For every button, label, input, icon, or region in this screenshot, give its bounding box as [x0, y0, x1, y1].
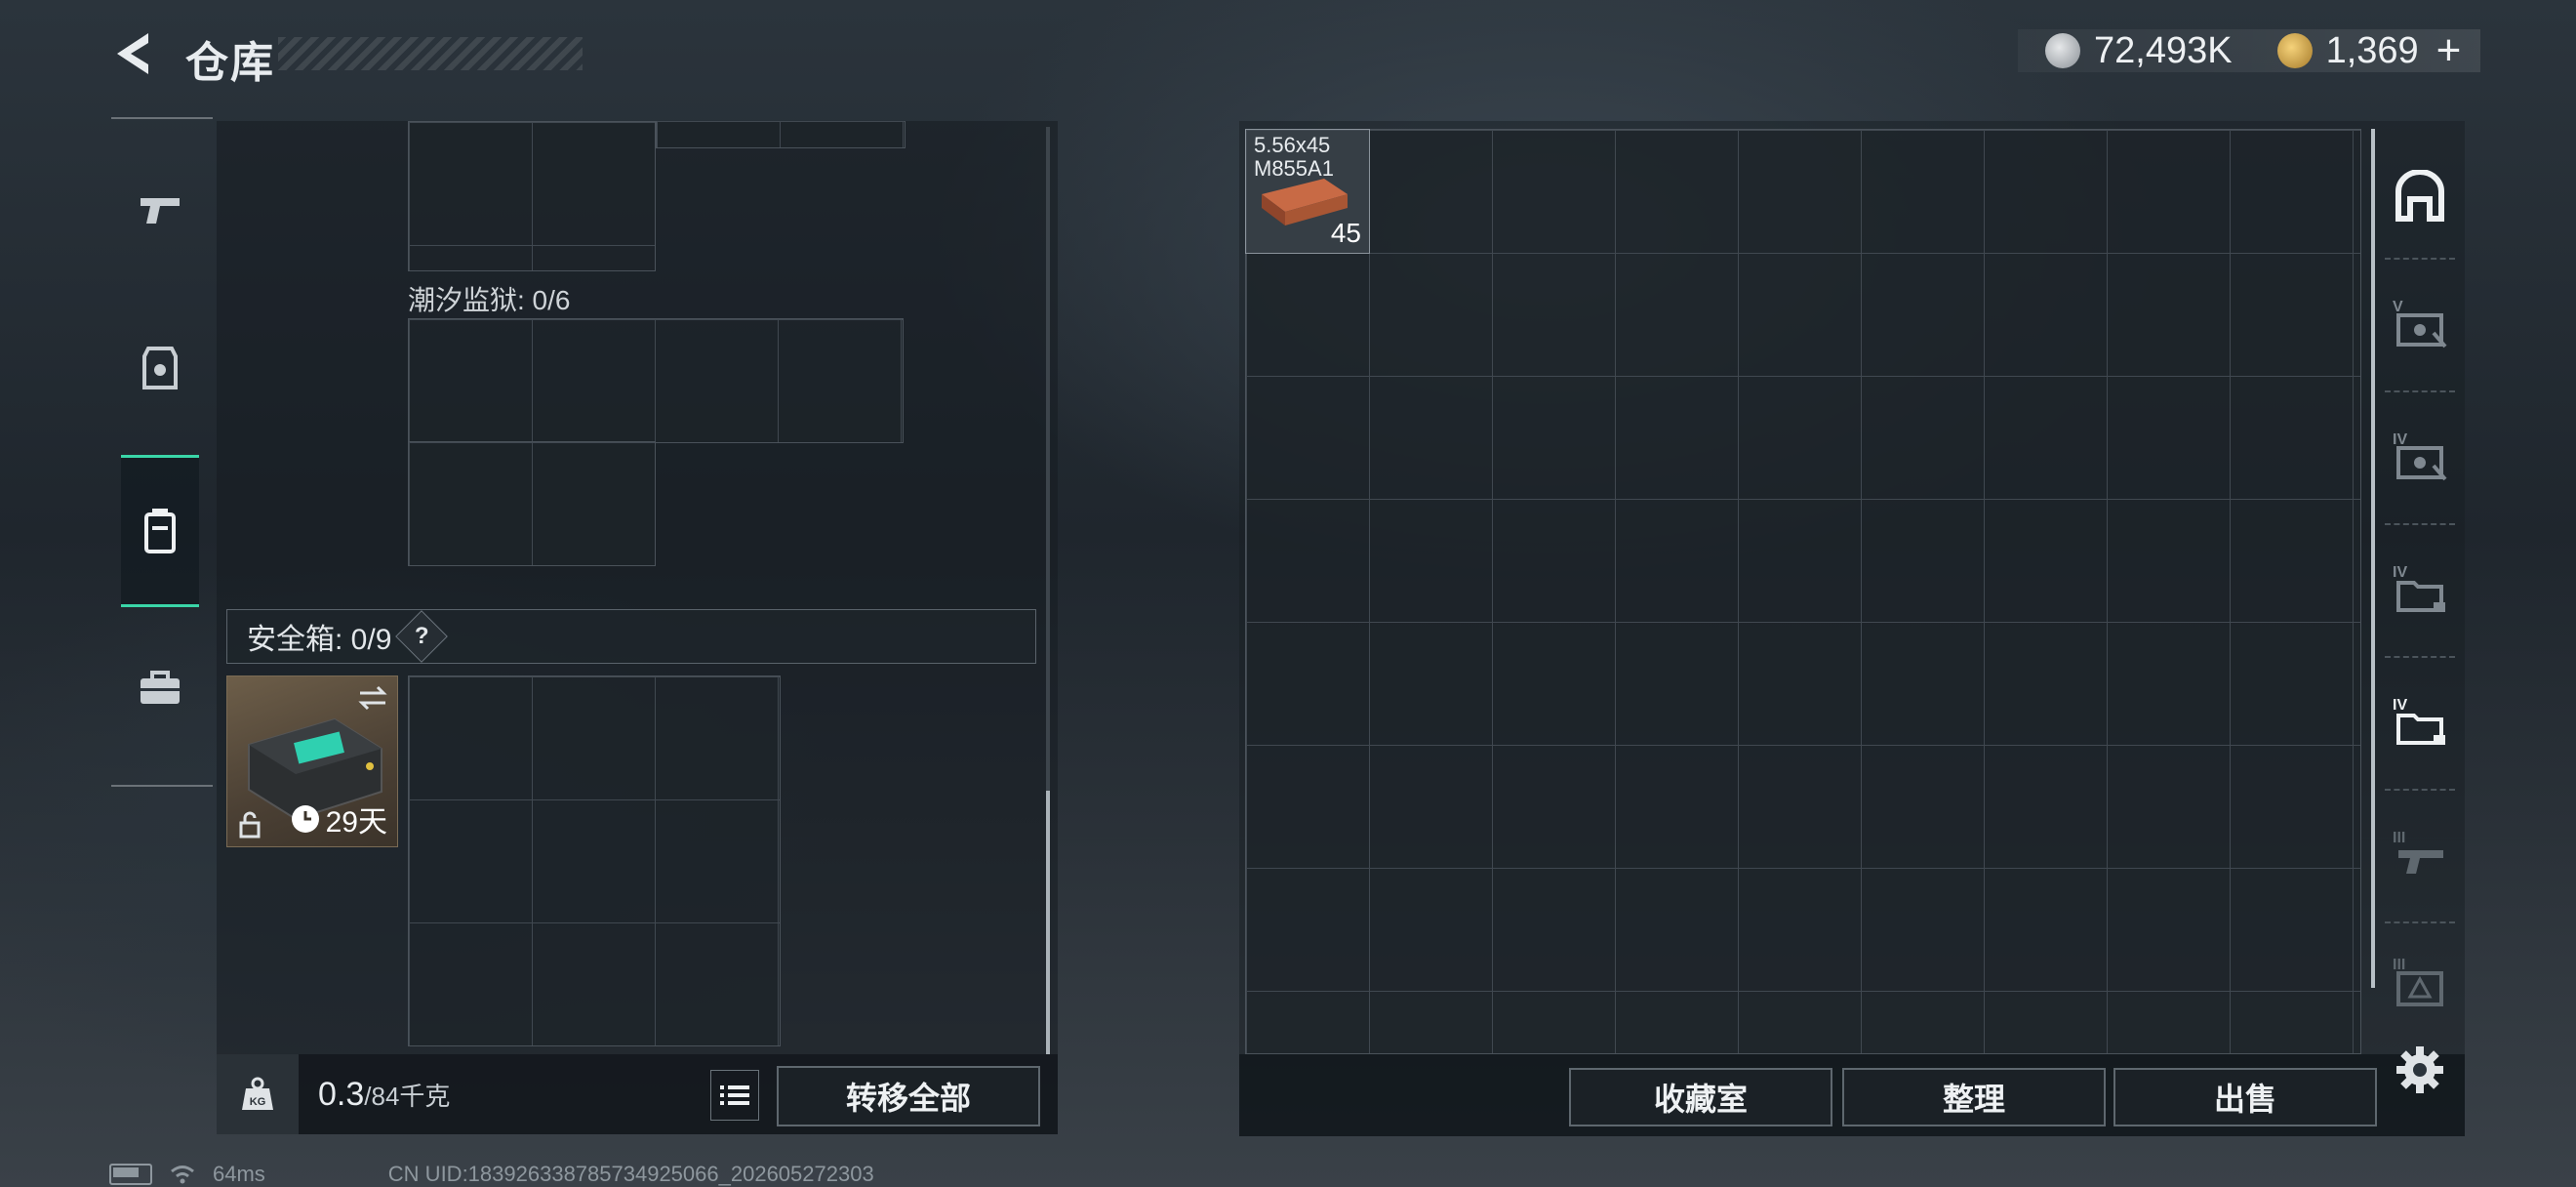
svg-text:III: III: [2393, 957, 2405, 973]
organize-button[interactable]: 整理: [1842, 1068, 2106, 1126]
tab-tier-v-case[interactable]: V: [2385, 289, 2455, 357]
gear-icon: [2396, 1046, 2443, 1093]
stash-grid[interactable]: [1245, 129, 2361, 1054]
currency-bar: 72,493K 1,369 +: [2018, 26, 2480, 75]
safe-box-grid[interactable]: [408, 675, 781, 1046]
briefcase-icon: [141, 671, 180, 704]
wifi-icon: [171, 1166, 194, 1184]
rail-backpack-button[interactable]: [121, 455, 199, 607]
sell-button[interactable]: 出售: [2113, 1068, 2377, 1126]
svg-text:III: III: [2393, 830, 2405, 846]
tier-iv-case-icon: IV: [2393, 431, 2447, 481]
safe-box-label: 安全箱: 0/9: [247, 624, 392, 656]
tier-iv-folder-active-icon: IV: [2393, 697, 2445, 745]
tab-tier-iv-folder[interactable]: IV: [2385, 554, 2455, 623]
section-label: 潮汐监狱: 0/6: [408, 285, 571, 315]
svg-text:IV: IV: [2393, 431, 2407, 448]
weight-icon-label: KG: [250, 1096, 266, 1108]
svg-text:IV: IV: [2393, 697, 2407, 714]
weight-current: 0.3: [318, 1076, 365, 1113]
status-bar: 64ms CN UID:183926338785734925066_202605…: [109, 1162, 874, 1187]
armor-vest-icon: [142, 347, 178, 389]
settings-button[interactable]: [2395, 1044, 2445, 1095]
uid-readout: CN UID:183926338785734925066_20260527230…: [387, 1162, 874, 1186]
weight-indicator: KG: [217, 1054, 299, 1134]
svg-text:IV: IV: [2393, 564, 2407, 581]
gold-coin-icon: [2276, 33, 2313, 68]
tier-iv-folder-icon: IV: [2393, 564, 2445, 612]
weight-max: /84千克: [364, 1082, 451, 1111]
add-currency-button[interactable]: +: [2436, 26, 2462, 75]
silver-amount: 72,493K: [2094, 29, 2233, 71]
safe-box-item[interactable]: 29天: [226, 675, 398, 847]
back-button[interactable]: [109, 29, 158, 78]
weight-icon: KG: [242, 1077, 273, 1110]
safe-box-bar: 安全箱: 0/9 ?: [226, 609, 1036, 664]
list-view-button[interactable]: [710, 1070, 759, 1121]
tab-tier-iii-box[interactable]: III: [2385, 947, 2455, 1015]
gold-amount: 1,369: [2325, 29, 2419, 71]
ammo-item[interactable]: 5.56x45 M855A1 45: [1245, 129, 1370, 254]
tier-iii-box-icon: III: [2393, 957, 2443, 1006]
collection-room-button[interactable]: 收藏室: [1569, 1068, 1832, 1126]
arch-icon: [2395, 170, 2444, 222]
list-icon: [720, 1085, 749, 1105]
clock-icon: [291, 805, 319, 833]
rail-weapon-button[interactable]: [121, 137, 199, 283]
pistol-icon: [141, 198, 180, 224]
weight-readout: 0.3/84千克: [318, 1076, 450, 1114]
ping-readout: 64ms: [213, 1162, 265, 1186]
tier-iii-gun-icon: III: [2393, 830, 2443, 874]
page-title: 仓库: [185, 39, 275, 87]
title-decoration: [278, 37, 583, 70]
rail-armor-button[interactable]: [121, 295, 199, 441]
tab-tier-iii-gun[interactable]: III: [2385, 820, 2455, 888]
container-grid-top-right[interactable]: [656, 121, 906, 148]
container-grid-top-left[interactable]: [408, 121, 656, 271]
prison-grid-row2[interactable]: [408, 441, 656, 566]
ammo-count: 45: [1330, 218, 1361, 248]
tier-v-case-icon: V: [2393, 299, 2447, 348]
silver-coin-icon: [2045, 33, 2080, 68]
tab-tier-iv-folder-active[interactable]: IV: [2385, 687, 2455, 756]
rail-case-button[interactable]: [121, 615, 199, 761]
tab-tier-iv-case[interactable]: IV: [2385, 422, 2455, 490]
category-rail: [111, 117, 213, 787]
safe-box-timer: 29天: [291, 798, 387, 840]
help-button[interactable]: ?: [395, 610, 449, 663]
stash-tabs: V IV IV IV III III: [2375, 146, 2465, 1006]
tab-stash-main[interactable]: [2385, 162, 2455, 230]
back-arrow-icon: [117, 33, 148, 74]
prison-grid-row1[interactable]: [408, 318, 904, 443]
left-scrollbar-thumb[interactable]: [1046, 791, 1050, 1054]
svg-text:V: V: [2393, 299, 2403, 315]
lock-icon: [239, 811, 261, 839]
battery-icon: [109, 1164, 152, 1185]
swap-icon[interactable]: [356, 684, 389, 712]
backpack-icon: [144, 509, 176, 553]
transfer-all-button[interactable]: 转移全部: [777, 1066, 1040, 1126]
safe-box-days: 29天: [325, 806, 387, 839]
